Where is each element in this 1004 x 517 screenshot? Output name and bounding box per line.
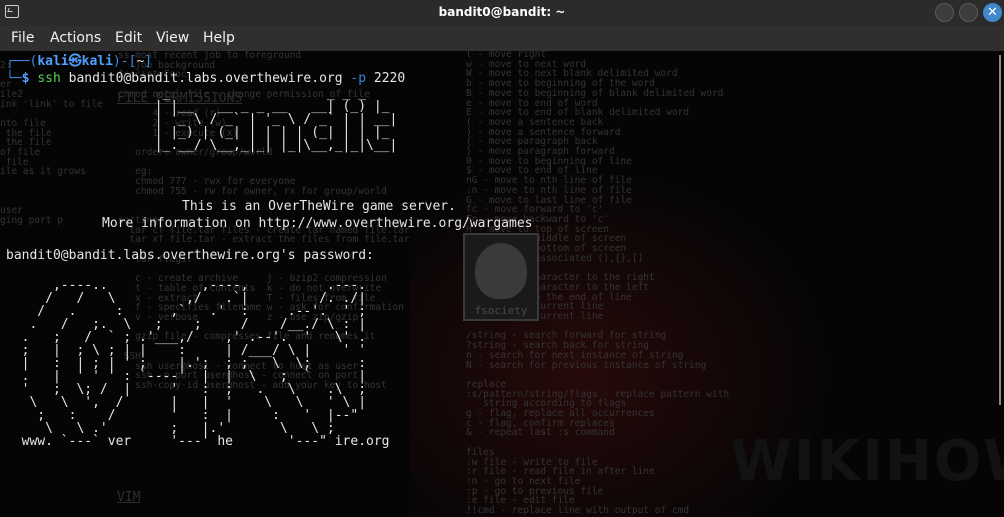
bandit-banner: _ _ _ _ | |__ __ _ _ __ __| (_) |_ | '_ … xyxy=(6,87,398,153)
scrollbar[interactable] xyxy=(999,55,1001,405)
logo-caption: fsociety xyxy=(474,304,528,317)
prompt-line-1: ┌──(kali㉿kali)-[~] xyxy=(6,54,153,69)
wallpaper-heading-vim: VIM xyxy=(117,490,141,505)
minimize-button[interactable] xyxy=(935,3,954,22)
banner-line: |_.__/ \__,_|_| |_|\__,_|_|\__| xyxy=(6,138,398,153)
command-port: 2220 xyxy=(373,71,406,86)
menu-view[interactable]: View xyxy=(156,30,189,46)
prompt-line-2: └─$ ssh bandit0@bandit.labs.overthewire.… xyxy=(6,71,406,86)
window-titlebar: bandit0@bandit: ~ ✕ xyxy=(0,0,1004,27)
prompt-at-symbol: ㉿ xyxy=(68,54,82,69)
menu-help[interactable]: Help xyxy=(203,30,235,46)
close-button[interactable]: ✕ xyxy=(983,3,1002,22)
menu-file[interactable]: File xyxy=(11,30,34,46)
prompt-user: kali xyxy=(37,54,69,69)
wallpaper-watermark: WIKIHOW xyxy=(730,429,1004,494)
info-line-url: More information on http://www.overthewi… xyxy=(102,216,533,231)
menu-edit[interactable]: Edit xyxy=(115,30,142,46)
window-title: bandit0@bandit: ~ xyxy=(438,5,566,19)
menu-bar: File Actions Edit View Help xyxy=(0,26,1004,51)
otw-ascii-art: ,----.. ,----, .---. / / \ ,/ .`| /. ./|… xyxy=(6,279,390,448)
command-name: ssh xyxy=(37,71,61,86)
menu-actions[interactable]: Actions xyxy=(50,30,101,46)
command-args: bandit0@bandit.labs.overthewire.org xyxy=(68,71,343,86)
art-line: www. `---` ver '---' he '---" ire.org xyxy=(6,434,390,449)
command-flag: -p xyxy=(350,71,367,86)
terminal-area[interactable]: 2: er ile2 ink 'link' to file nto file t… xyxy=(0,51,1004,517)
prompt-host: kali xyxy=(81,54,113,69)
maximize-button[interactable] xyxy=(959,3,978,22)
mask-icon xyxy=(475,243,527,299)
password-prompt: bandit0@bandit.labs.overthewire.org's pa… xyxy=(6,248,374,263)
fsociety-logo: fsociety xyxy=(463,233,539,321)
info-line-server: This is an OverTheWire game server. xyxy=(182,199,456,214)
